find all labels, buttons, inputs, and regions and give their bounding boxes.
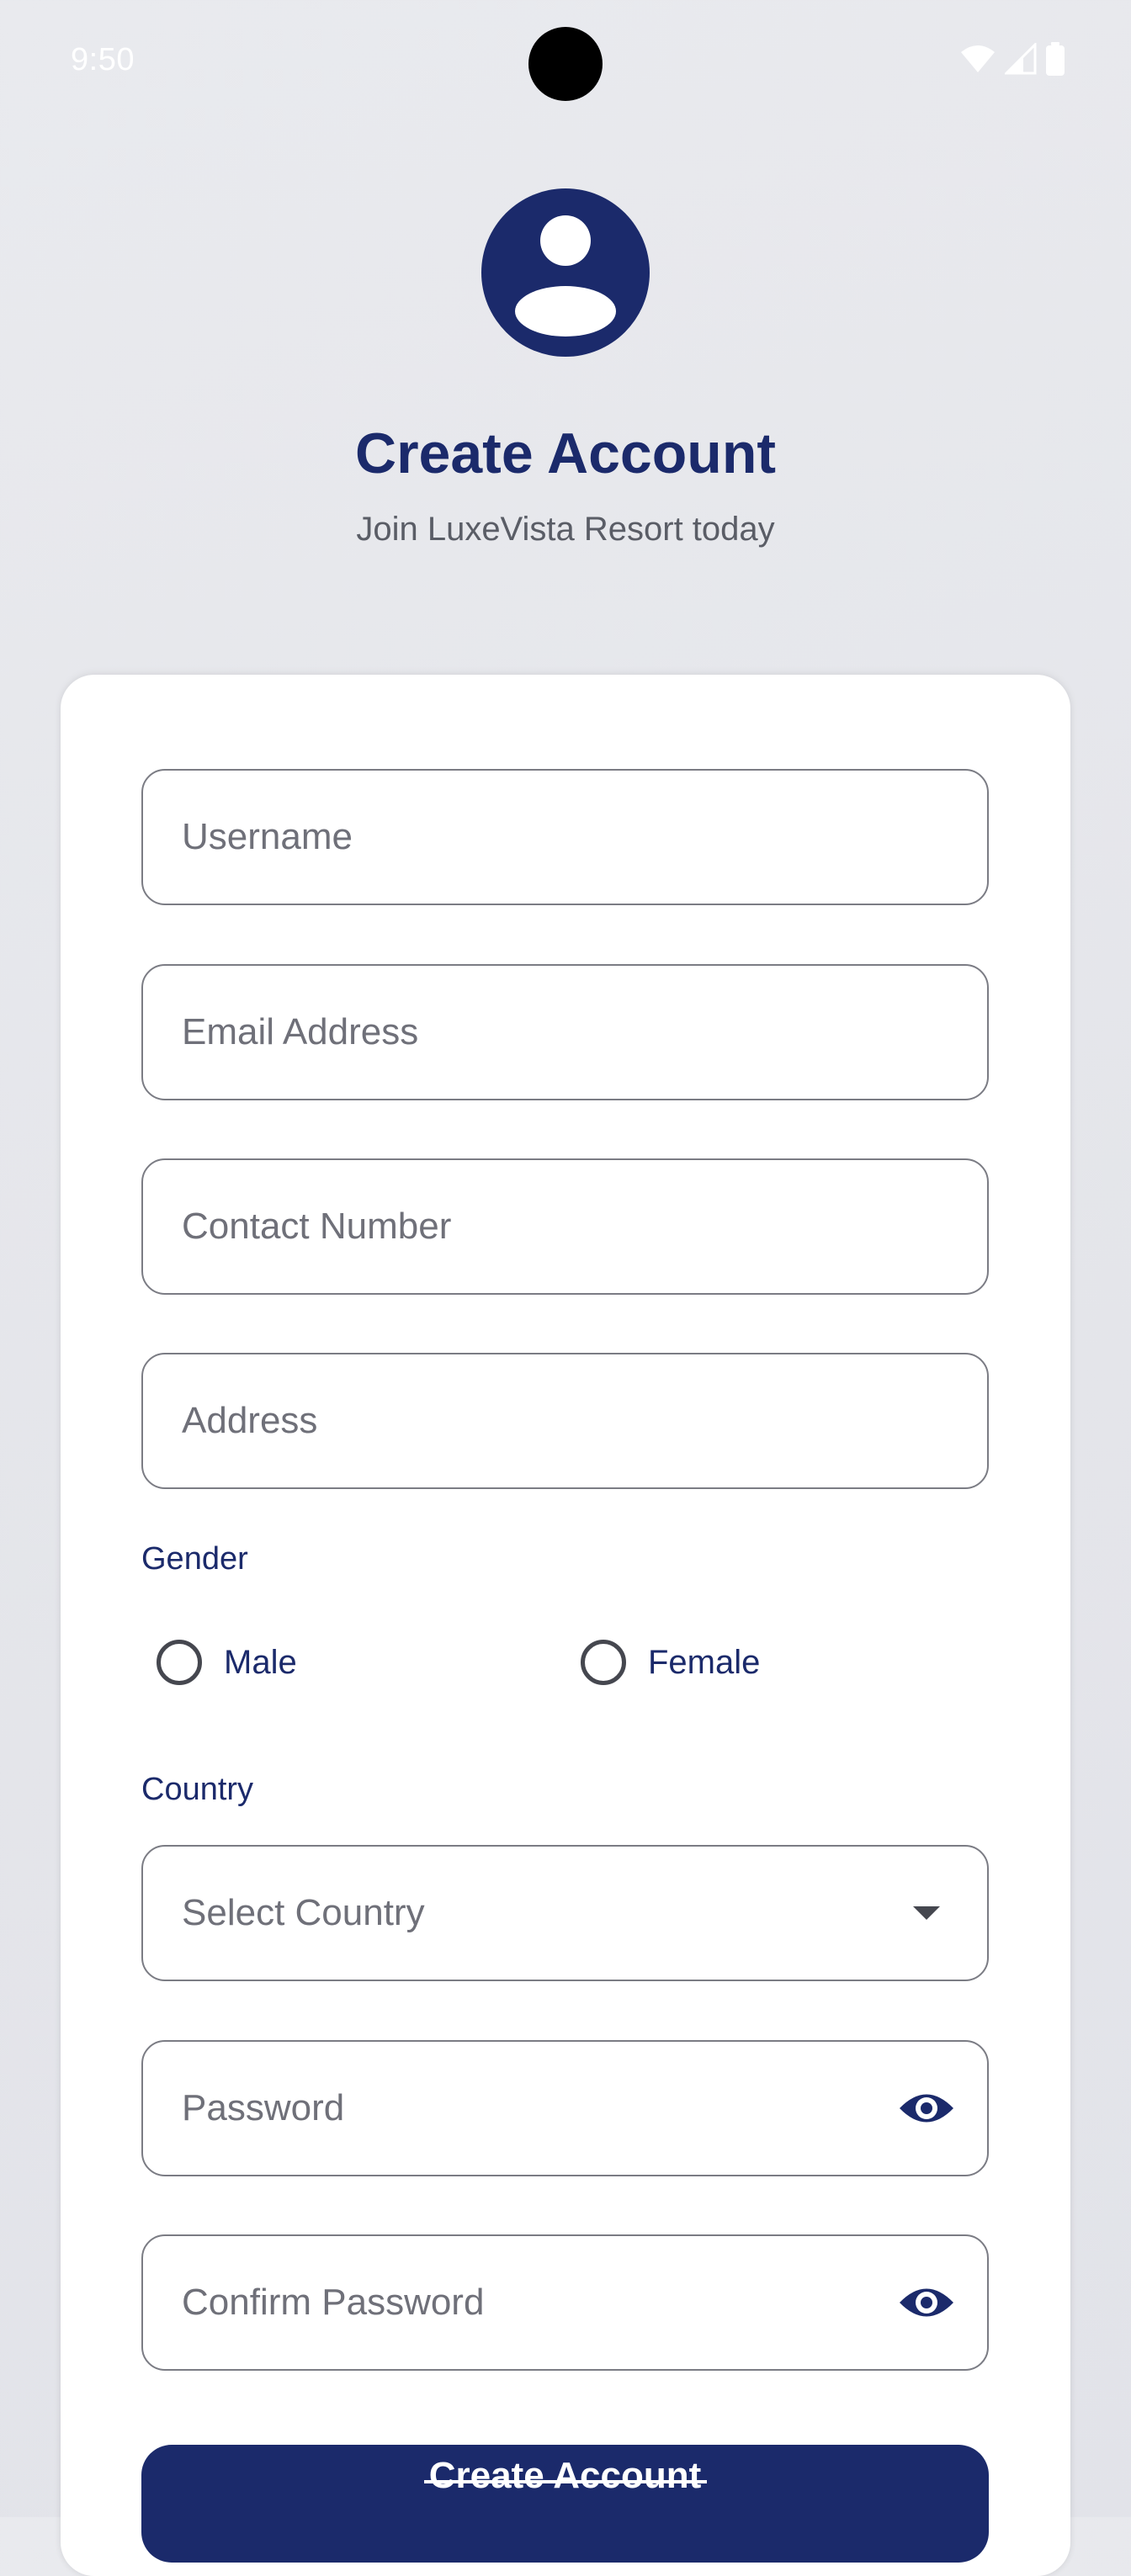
country-select[interactable]: Select Country (141, 1845, 989, 1981)
contact-number-field[interactable] (141, 1158, 989, 1295)
dropdown-arrow-icon[interactable] (896, 1883, 957, 1943)
eye-icon[interactable] (896, 2272, 957, 2333)
button-label-overline (424, 2480, 707, 2483)
status-bar: 9:50 (0, 0, 1131, 126)
username-field[interactable] (141, 769, 989, 905)
password-field[interactable] (141, 2040, 989, 2176)
email-input[interactable] (143, 966, 987, 1099)
gender-radio-female[interactable]: Female (581, 1637, 760, 1688)
status-icons (959, 42, 1065, 76)
cellular-signal-icon (1005, 43, 1037, 75)
battery-icon (1045, 42, 1065, 76)
status-time: 9:50 (71, 42, 135, 77)
country-select-value: Select Country (182, 1892, 425, 1933)
page-subtitle: Join LuxeVista Resort today (356, 511, 775, 548)
account-circle-icon (481, 188, 650, 357)
address-input[interactable] (143, 1354, 987, 1487)
wifi-icon (959, 44, 996, 74)
confirm-password-input[interactable] (143, 2236, 987, 2369)
create-account-button-label: Create Account (428, 2455, 702, 2496)
password-input[interactable] (143, 2042, 987, 2175)
front-camera-cutout (528, 27, 603, 101)
eye-icon[interactable] (896, 2078, 957, 2139)
confirm-password-field[interactable] (141, 2234, 989, 2371)
gender-radio-male[interactable]: Male (157, 1637, 297, 1688)
radio-label-female: Female (648, 1643, 761, 1681)
email-field[interactable] (141, 964, 989, 1100)
page-title: Create Account (354, 421, 777, 485)
radio-button-unchecked-icon[interactable] (581, 1640, 626, 1685)
radio-label-male: Male (224, 1643, 297, 1681)
username-input[interactable] (143, 771, 987, 904)
country-label: Country (141, 1772, 254, 1807)
gender-label: Gender (141, 1541, 248, 1577)
radio-button-unchecked-icon[interactable] (157, 1640, 202, 1685)
address-field[interactable] (141, 1353, 989, 1489)
create-account-button[interactable]: Create Account (141, 2445, 989, 2563)
contact-number-input[interactable] (143, 1160, 987, 1293)
